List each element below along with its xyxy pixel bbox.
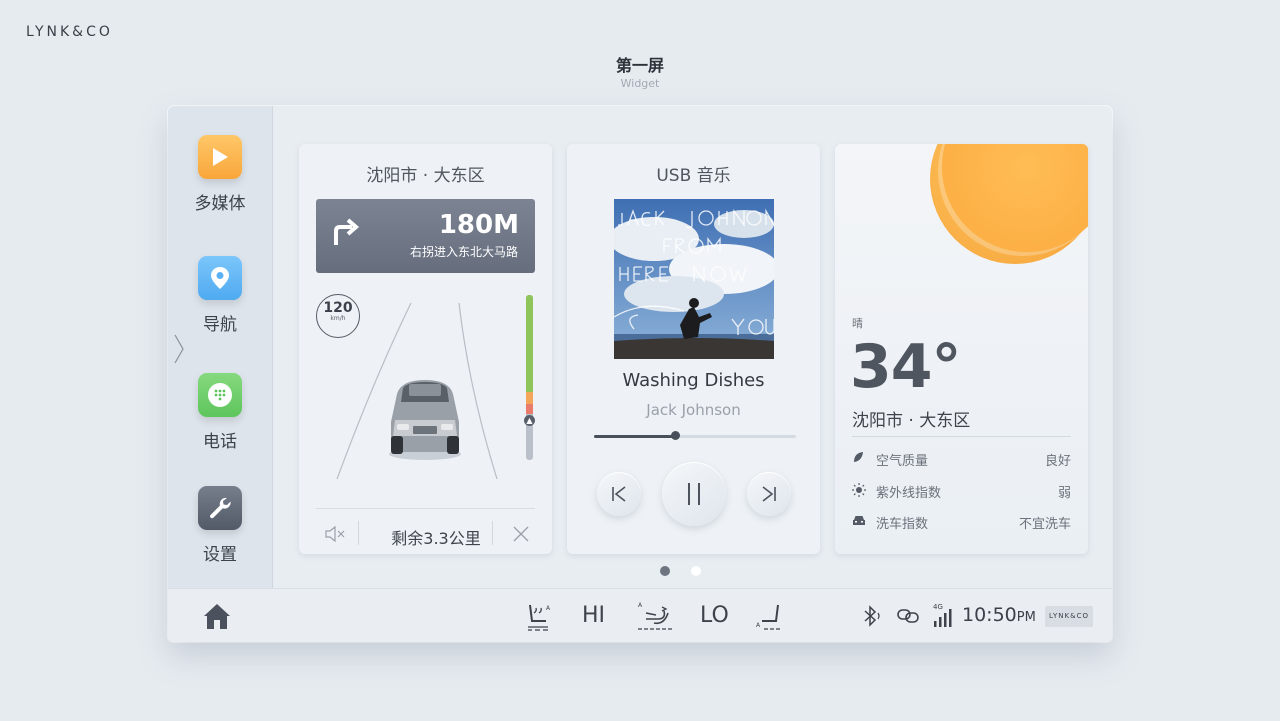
divider [358,521,359,545]
page-dot-active[interactable] [660,566,670,576]
previous-track-button[interactable] [597,472,641,516]
play-pause-button[interactable] [662,462,726,526]
airflow-button[interactable]: A [636,599,674,637]
row-label: 洗车指数 [876,517,929,532]
weather-widget[interactable]: 晴 34° 沈阳市 · 大东区 空气质量 良好 紫外线指数 弱 洗车指数 不宜洗… [835,144,1088,554]
sun-small-icon [852,483,866,501]
remaining-distance: 剩余3.3公里 [391,529,481,548]
row-label: 空气质量 [876,454,929,469]
traffic-segment-orange [526,392,533,404]
seat-heat-right-button[interactable]: A [756,603,784,637]
divider [492,521,493,545]
seat-heat-icon: A [528,604,551,631]
turn-right-icon [330,217,360,251]
mute-icon[interactable] [324,525,346,547]
row-value: 不宜洗车 [1018,517,1071,532]
brand-badge: LYNK&CO [1045,606,1093,627]
seat-heat-icon: A [756,604,782,630]
progress-fill [594,435,675,438]
car-small-icon [852,514,866,531]
progress-knob[interactable] [670,431,680,440]
traffic-segment-red [526,404,533,414]
row-label: 紫外线指数 [876,486,942,501]
skip-back-icon [612,486,626,502]
home-button[interactable] [202,601,232,635]
svg-text:A: A [546,605,551,612]
sidebar-item-label: 电话 [203,432,237,452]
music-source: USB 音乐 [656,166,731,186]
navigation-widget[interactable]: 沈阳市 · 大东区 180M 右拐进入东北大马路 120 km/h ▲ 剩余3.… [299,144,552,554]
car-display-screen: 多媒体 导航 电话 设置 沈阳市 · 大东区 180M 右拐进入东北大马路 12… [168,106,1112,642]
bottom-status-bar: A HI A LO A 4G 10:50PM LYNK&CO [168,588,1112,642]
album-cover [614,199,774,359]
page-title: 第一屏 [615,56,664,75]
music-widget[interactable]: USB 音乐 Washing Dishes Jack Johnson [567,144,820,554]
turn-distance: 180M [438,210,519,240]
song-title: Washing Dishes [622,370,765,391]
nav-location: 沈阳市 · 大东区 [366,166,485,186]
temperature: 34° [850,332,961,402]
turn-road-name: 右拐进入东北大马路 [409,245,518,259]
sidebar-item-phone[interactable]: 电话 [168,373,272,452]
chevron-right-icon[interactable] [174,334,184,368]
traffic-status-bar [526,295,533,460]
song-artist: Jack Johnson [646,401,741,419]
sidebar-item-navigation[interactable]: 导航 [168,256,272,335]
pause-icon [688,483,700,505]
divider [852,436,1071,437]
weather-condition: 晴 [852,317,863,330]
phone-dialpad-icon [198,373,242,417]
nav-footer: 剩余3.3公里 [316,508,535,554]
brand-logo: LYNK&CO [26,24,113,40]
leaf-icon [852,451,864,467]
sidebar-item-label: 导航 [203,315,237,335]
svg-text:A: A [756,622,761,629]
wrench-icon [198,486,242,530]
clock-time: 10:50 [962,604,1017,626]
sidebar-item-label: 设置 [203,545,237,565]
fan-level-left[interactable]: HI [582,603,605,628]
sidebar-item-settings[interactable]: 设置 [168,486,272,565]
row-value: 弱 [1057,486,1071,501]
page-subtitle: Widget [620,77,660,90]
seat-heat-left-button[interactable]: A [524,601,552,637]
skip-forward-icon [762,486,776,502]
weather-location: 沈阳市 · 大东区 [852,411,971,431]
fan-level-right[interactable]: LO [700,603,729,628]
next-track-button[interactable] [747,472,791,516]
home-icon [204,604,230,629]
play-icon [198,135,242,179]
link-icon [896,607,920,629]
turn-instruction-panel: 180M 右拐进入东北大马路 [316,199,535,273]
traffic-segment-green [526,295,533,392]
clock: 10:50PM [962,604,1036,626]
playback-progress-bar[interactable] [594,431,796,440]
airflow-icon: A [638,602,672,630]
location-pin-icon [198,256,242,300]
sidebar-item-multimedia[interactable]: 多媒体 [168,135,272,214]
clock-ampm: PM [1016,610,1036,625]
car-icon [389,380,461,460]
vehicle-position-marker: ▲ [524,415,535,426]
close-icon[interactable] [512,525,530,547]
row-value: 良好 [1044,454,1071,469]
bluetooth-icon [862,605,882,631]
svg-text:A: A [638,602,643,609]
sidebar-item-label: 多媒体 [194,194,246,214]
page-dot[interactable] [691,566,701,576]
